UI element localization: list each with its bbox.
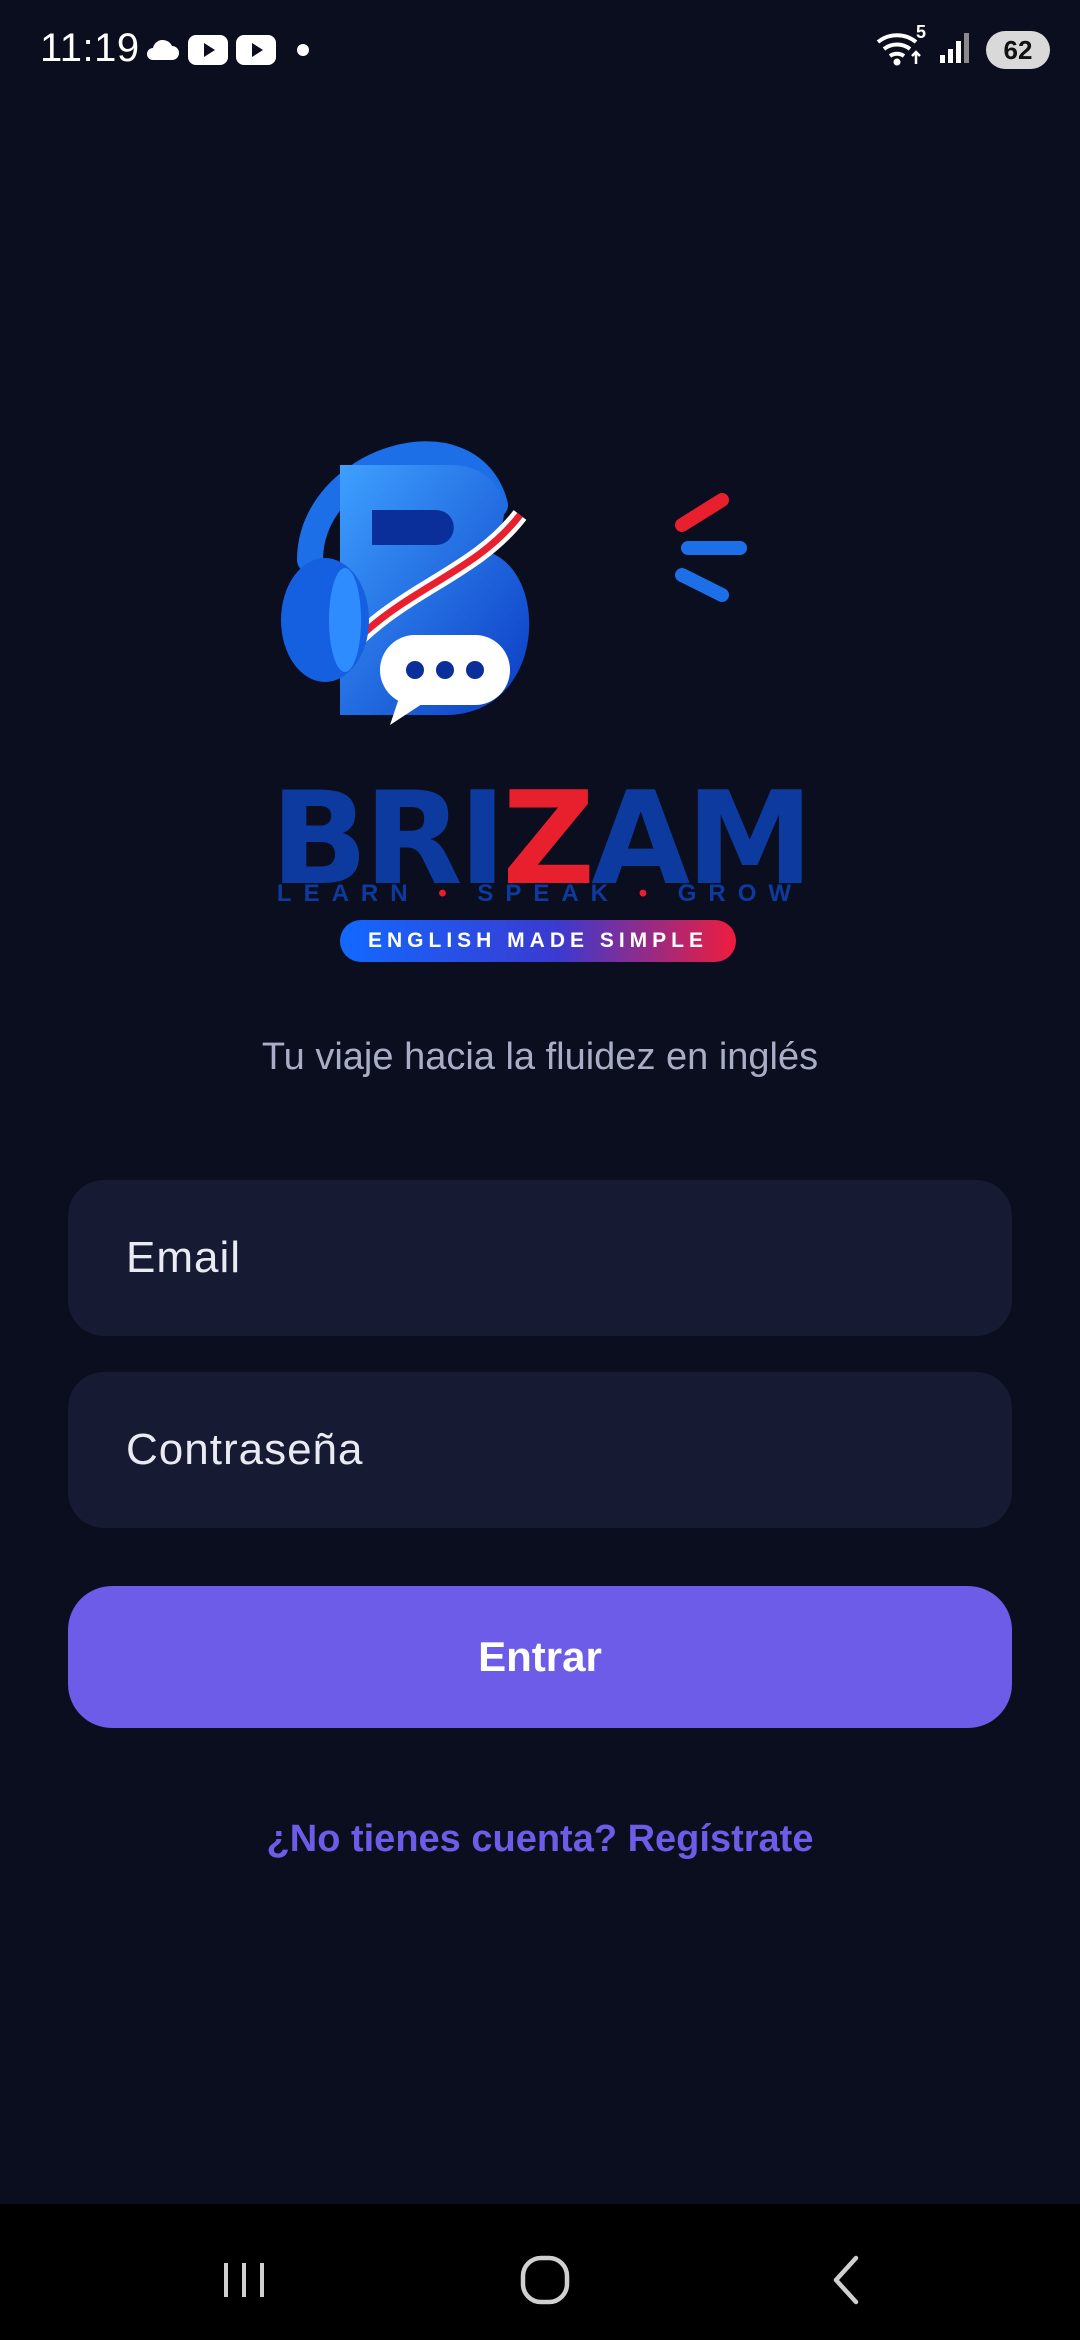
recents-icon	[224, 2263, 264, 2297]
login-subtitle: Tu viaje hacia la fluidez en inglés	[261, 1036, 819, 1078]
tagline-dot-icon: •	[438, 880, 459, 907]
signal-icon	[938, 31, 972, 70]
youtube-icon	[188, 34, 228, 70]
login-button[interactable]: Entrar	[68, 1586, 1012, 1728]
status-system-icons: 5 62	[876, 22, 1050, 74]
tagline-word: GROW	[677, 880, 804, 907]
system-nav-bar	[0, 2204, 1080, 2340]
recents-button[interactable]	[204, 2240, 284, 2320]
tagline-dot-icon: •	[638, 880, 660, 907]
status-notification-icons	[144, 32, 310, 72]
back-icon	[833, 2255, 859, 2305]
home-button[interactable]	[505, 2240, 585, 2320]
youtube-icon	[236, 34, 276, 70]
tagline-word: SPEAK	[477, 880, 621, 907]
password-field[interactable]	[68, 1372, 1012, 1528]
home-icon	[520, 2255, 570, 2305]
register-link[interactable]: ¿No tienes cuenta? Regístrate	[0, 1818, 1080, 1861]
cloud-icon	[144, 38, 180, 67]
tagline-word: LEARN	[276, 880, 420, 907]
battery-indicator: 62	[986, 31, 1050, 69]
logo-emblem	[281, 441, 747, 725]
email-field[interactable]	[68, 1180, 1012, 1336]
brand-slogan-pill: ENGLISH MADE SIMPLE	[340, 920, 736, 962]
brand-tagline: LEARN • SPEAK • GROW	[270, 880, 810, 908]
status-bar: 11:19 5 62	[0, 0, 1080, 100]
brizam-logo: BRIZAM LEARN • SPEAK • GROW ENGLISH MADE…	[270, 420, 814, 980]
back-button[interactable]	[808, 2240, 888, 2320]
wifi-icon: 5	[876, 22, 926, 73]
login-screen: 11:19 5 62 BRIZAM LEARN • SPEAK • GROW E…	[0, 0, 1080, 2340]
wifi-badge: 5	[915, 21, 926, 42]
status-time: 11:19	[40, 26, 140, 70]
notification-dot-icon	[296, 43, 310, 62]
